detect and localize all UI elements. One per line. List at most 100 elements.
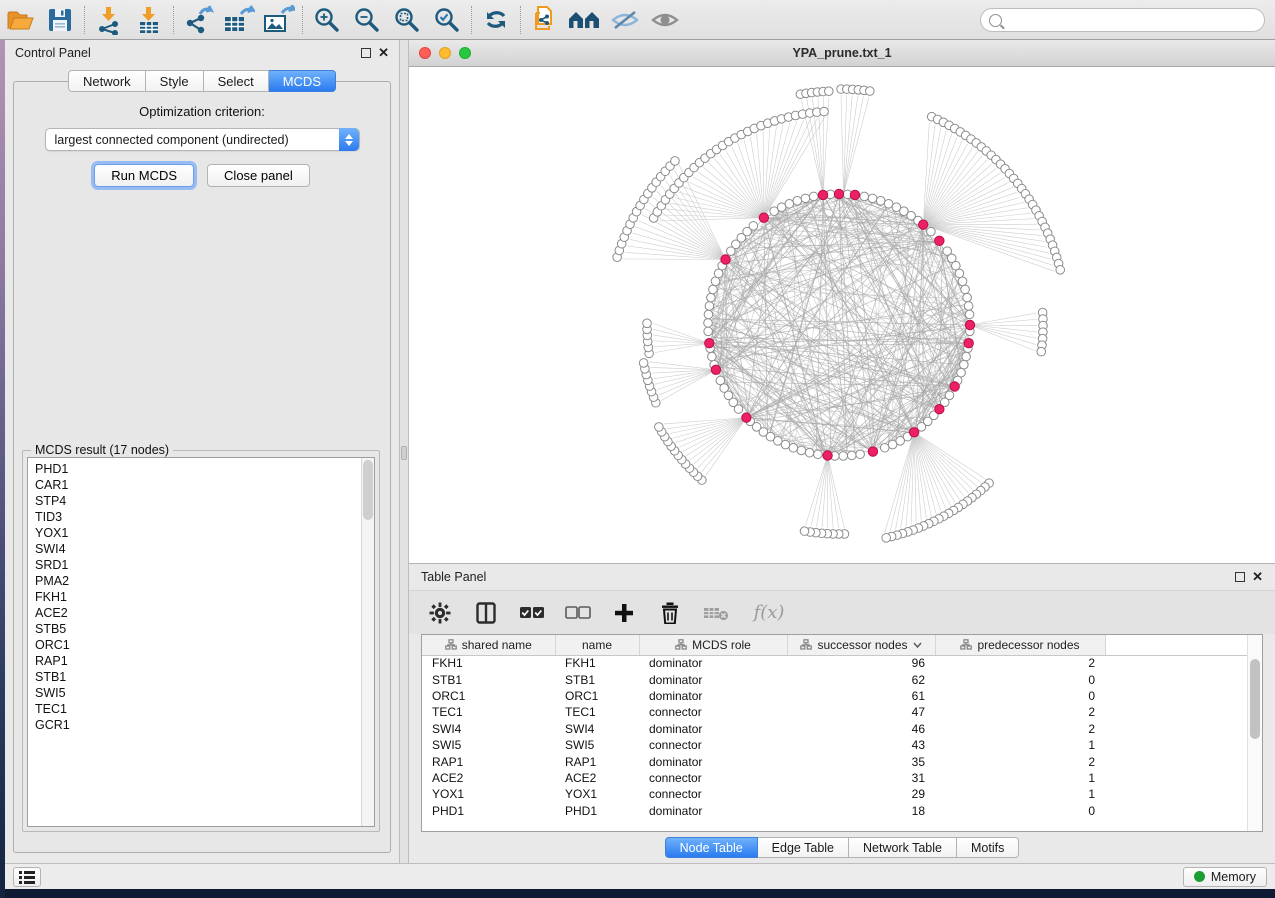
export-table-icon[interactable] [218, 3, 258, 37]
mcds-result-item[interactable]: TID3 [35, 509, 374, 525]
tab-mcds[interactable]: MCDS [269, 70, 336, 92]
run-mcds-button[interactable]: Run MCDS [94, 164, 194, 187]
column-header-predecessor-nodes[interactable]: predecessor nodes [935, 635, 1105, 655]
mcds-result-item[interactable]: STB5 [35, 621, 374, 637]
mcds-result-scrollbar[interactable] [361, 458, 374, 826]
column-header-shared-name[interactable]: shared name [422, 635, 555, 655]
search-input[interactable] [1007, 13, 1247, 27]
first-neighbors-icon[interactable] [565, 3, 605, 37]
network-canvas[interactable] [409, 67, 1275, 563]
select-all-columns-icon[interactable] [519, 598, 545, 628]
zoom-in-icon[interactable] [307, 3, 347, 37]
float-table-panel-icon[interactable] [1235, 572, 1245, 582]
table-row[interactable]: FKH1FKH1dominator962 [422, 655, 1250, 671]
refresh-view-icon[interactable] [476, 3, 516, 37]
mcds-result-item[interactable]: RAP1 [35, 653, 374, 669]
mcds-result-item[interactable]: ORC1 [35, 637, 374, 653]
tab-network[interactable]: Network [68, 70, 146, 92]
table-row[interactable]: PHD1PHD1dominator180 [422, 803, 1250, 819]
table-row[interactable]: ORC1ORC1dominator610 [422, 688, 1250, 704]
delete-table-icon [703, 598, 729, 628]
table-row[interactable]: STB1STB1dominator620 [422, 671, 1250, 687]
mcds-result-item[interactable]: CAR1 [35, 477, 374, 493]
control-panel: Control Panel ✕ NetworkStyleSelectMCDS O… [5, 40, 400, 863]
mcds-result-item[interactable]: PHD1 [35, 461, 374, 477]
column-header-successor-nodes[interactable]: successor nodes [787, 635, 935, 655]
mcds-result-item[interactable]: SRD1 [35, 557, 374, 573]
mcds-result-item[interactable]: ACE2 [35, 605, 374, 621]
status-bar: Memory [5, 863, 1275, 889]
duplicate-network-icon[interactable] [525, 3, 565, 37]
control-panel-tabs: NetworkStyleSelectMCDS [5, 70, 399, 92]
mcds-tab-pane: Optimization criterion: largest connecte… [13, 81, 391, 853]
close-panel-icon[interactable]: ✕ [378, 48, 389, 58]
toolbar-separator [302, 6, 303, 34]
memory-status-icon [1194, 871, 1205, 882]
mcds-result-item[interactable]: YOX1 [35, 525, 374, 541]
optimization-criterion-label: Optimization criterion: [14, 104, 390, 119]
control-panel-title: Control Panel [15, 46, 91, 60]
zoom-selected-icon[interactable] [427, 3, 467, 37]
node-table[interactable]: shared namenameMCDS rolesuccessor nodesp… [421, 634, 1263, 832]
mcds-result-item[interactable]: FKH1 [35, 589, 374, 605]
save-session-icon[interactable] [40, 3, 80, 37]
tab-network-table[interactable]: Network Table [849, 837, 957, 858]
splitter-handle-icon[interactable] [401, 446, 407, 460]
tab-motifs[interactable]: Motifs [957, 837, 1019, 858]
toolbar-search[interactable] [980, 8, 1265, 32]
toolbar-separator [520, 6, 521, 34]
toolbar-separator [471, 6, 472, 34]
memory-button[interactable]: Memory [1183, 867, 1267, 887]
toolbar-separator [173, 6, 174, 34]
table-scrollbar-thumb[interactable] [1250, 659, 1260, 739]
zoom-fit-icon[interactable] [387, 3, 427, 37]
settings-gear-icon[interactable] [427, 598, 453, 628]
mcds-result-list[interactable]: PHD1CAR1STP4TID3YOX1SWI4SRD1PMA2FKH1ACE2… [27, 457, 375, 827]
mcds-result-item[interactable]: STB1 [35, 669, 374, 685]
tab-select[interactable]: Select [204, 70, 269, 92]
tab-style[interactable]: Style [146, 70, 204, 92]
mcds-result-item[interactable]: SWI4 [35, 541, 374, 557]
table-row[interactable]: SWI4SWI4dominator462 [422, 721, 1250, 737]
task-history-button[interactable] [13, 867, 41, 887]
optimization-criterion-select[interactable]: largest connected component (undirected) [45, 128, 360, 151]
table-panel-title: Table Panel [421, 570, 486, 584]
mcds-result-item[interactable]: TEC1 [35, 701, 374, 717]
panel-splitter[interactable] [400, 40, 408, 863]
mcds-result-item[interactable]: GCR1 [35, 717, 374, 733]
export-network-icon[interactable] [178, 3, 218, 37]
close-panel-button[interactable]: Close panel [207, 164, 310, 187]
export-image-icon[interactable] [258, 3, 298, 37]
tab-edge-table[interactable]: Edge Table [758, 837, 849, 858]
unselect-all-columns-icon[interactable] [565, 598, 591, 628]
import-network-icon[interactable] [89, 3, 129, 37]
optimization-criterion-value: largest connected component (undirected) [55, 133, 289, 147]
table-toolbar: f(x) [409, 590, 1275, 634]
table-row[interactable]: TEC1TEC1connector472 [422, 704, 1250, 720]
open-session-icon[interactable] [0, 3, 40, 37]
zoom-out-icon[interactable] [347, 3, 387, 37]
add-column-icon[interactable] [611, 598, 637, 628]
mcds-result-item[interactable]: STP4 [35, 493, 374, 509]
show-all-icon[interactable] [645, 3, 685, 37]
import-table-icon[interactable] [129, 3, 169, 37]
column-header-filler [1105, 635, 1250, 655]
column-header-MCDS-role[interactable]: MCDS role [639, 635, 787, 655]
table-row[interactable]: SWI5SWI5connector431 [422, 737, 1250, 753]
show-columns-icon[interactable] [473, 598, 499, 628]
mcds-result-item[interactable]: SWI5 [35, 685, 374, 701]
hide-selected-icon[interactable] [605, 3, 645, 37]
close-table-panel-icon[interactable]: ✕ [1252, 572, 1263, 582]
float-panel-icon[interactable] [361, 48, 371, 58]
column-header-name[interactable]: name [555, 635, 639, 655]
delete-columns-icon[interactable] [657, 598, 683, 628]
table-row[interactable]: RAP1RAP1dominator352 [422, 753, 1250, 769]
tab-node-table[interactable]: Node Table [665, 837, 758, 858]
table-scrollbar[interactable] [1247, 635, 1262, 831]
table-row[interactable]: ACE2ACE2connector311 [422, 770, 1250, 786]
table-row[interactable]: YOX1YOX1connector291 [422, 786, 1250, 802]
network-window-titlebar[interactable]: YPA_prune.txt_1 [409, 40, 1275, 67]
search-icon [989, 14, 1002, 27]
mcds-result-item[interactable]: PMA2 [35, 573, 374, 589]
control-panel-titlebar: Control Panel ✕ [5, 40, 399, 66]
